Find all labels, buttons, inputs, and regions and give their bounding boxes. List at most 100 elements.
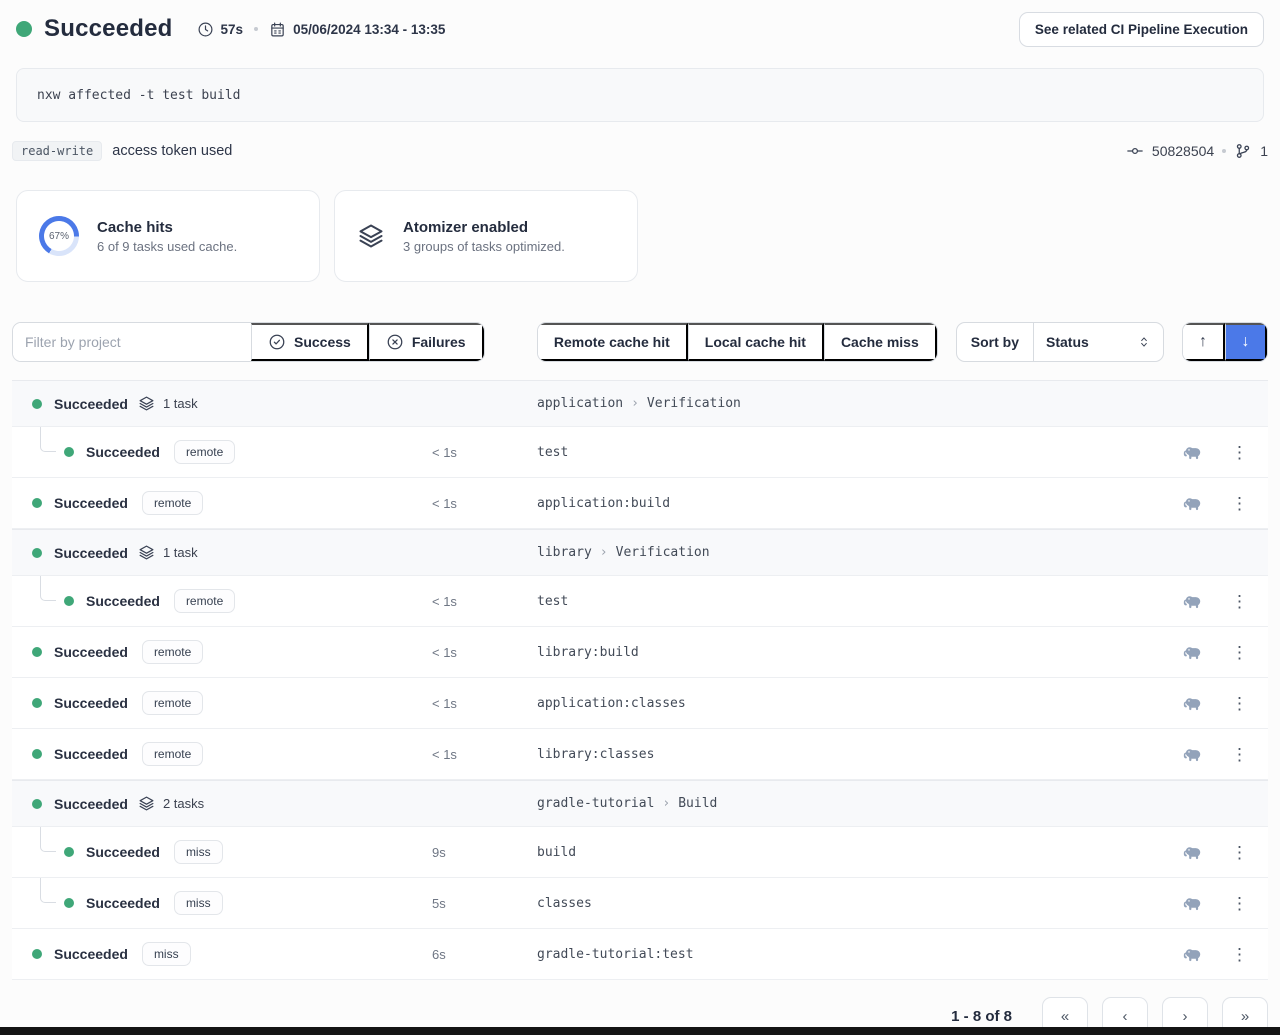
task-name[interactable]: gradle-tutorial:test (537, 947, 1176, 962)
kebab-menu-icon[interactable]: ⋮ (1231, 844, 1248, 861)
task-row[interactable]: Succeededremote< 1stest⋮ (12, 576, 1268, 627)
cache-status-badge: miss (174, 891, 223, 915)
task-duration: 5s (432, 896, 537, 911)
kebab-menu-icon[interactable]: ⋮ (1231, 444, 1248, 461)
token-row: read-write access token used 50828504 1 (12, 138, 1268, 164)
gradle-elephant-icon[interactable] (1182, 946, 1205, 962)
kebab-menu-icon[interactable]: ⋮ (1231, 695, 1248, 712)
task-row[interactable]: Succeededremote< 1stest⋮ (12, 427, 1268, 478)
task-name[interactable]: classes (537, 896, 1176, 911)
task-row[interactable]: Succeededremote< 1sapplication:build⋮ (12, 478, 1268, 529)
filter-by-project-input[interactable] (13, 323, 251, 361)
task-name[interactable]: test (537, 445, 1176, 460)
gradle-elephant-icon[interactable] (1182, 746, 1205, 762)
cache-hits-card[interactable]: 67% Cache hits 6 of 9 tasks used cache. (16, 190, 320, 282)
see-related-ci-pipeline-button[interactable]: See related CI Pipeline Execution (1019, 12, 1264, 47)
filter-cache-miss-button[interactable]: Cache miss (824, 323, 937, 361)
task-name[interactable]: application:build (537, 496, 1176, 511)
sort-by-label: Sort by (957, 323, 1033, 361)
cache-hits-subtitle: 6 of 9 tasks used cache. (97, 239, 237, 254)
kebab-menu-icon[interactable]: ⋮ (1231, 593, 1248, 610)
tree-connector (40, 827, 56, 852)
task-duration: < 1s (432, 445, 537, 460)
filter-bar: Success Failures Remote cache hit Local … (12, 322, 1268, 362)
sort-descending-button[interactable]: ↓ (1225, 323, 1267, 361)
task-name[interactable]: build (537, 845, 1176, 860)
kebab-menu-icon[interactable]: ⋮ (1231, 495, 1248, 512)
gradle-elephant-icon[interactable] (1182, 644, 1205, 660)
tree-connector (40, 576, 56, 601)
task-count: 1 task (163, 396, 198, 411)
kebab-menu-icon[interactable]: ⋮ (1231, 895, 1248, 912)
tree-connector (40, 878, 56, 903)
cache-hits-percent: 67% (39, 216, 79, 256)
gradle-elephant-icon[interactable] (1182, 593, 1205, 609)
kebab-menu-icon[interactable]: ⋮ (1231, 946, 1248, 963)
select-chevrons-icon (1137, 335, 1151, 349)
branch-count[interactable]: 1 (1260, 143, 1268, 159)
commit-sha[interactable]: 50828504 (1152, 143, 1214, 159)
cache-status-badge: miss (174, 840, 223, 864)
task-name[interactable]: test (537, 594, 1176, 609)
task-group-row[interactable]: Succeeded1 taskapplication›Verification (12, 380, 1268, 427)
cache-status-badge: remote (174, 440, 235, 464)
sort-direction-group: ↑ ↓ (1182, 322, 1268, 362)
filter-success-label: Success (294, 334, 351, 350)
task-name[interactable]: library:build (537, 645, 1176, 660)
task-row[interactable]: Succeededmiss6sgradle-tutorial:test⋮ (12, 929, 1268, 980)
gradle-elephant-icon[interactable] (1182, 844, 1205, 860)
status-dot (64, 596, 74, 606)
kebab-menu-icon[interactable]: ⋮ (1231, 746, 1248, 763)
task-duration: < 1s (432, 594, 537, 609)
task-row[interactable]: Succeededmiss5sclasses⋮ (12, 878, 1268, 929)
task-category: Verification (616, 545, 710, 560)
task-group-row[interactable]: Succeeded1 tasklibrary›Verification (12, 529, 1268, 576)
atomizer-card[interactable]: Atomizer enabled 3 groups of tasks optim… (334, 190, 638, 282)
task-row[interactable]: Succeededmiss9sbuild⋮ (12, 827, 1268, 878)
gradle-elephant-icon[interactable] (1182, 444, 1205, 460)
run-command: nxw affected -t test build (16, 68, 1264, 122)
layers-icon (138, 544, 155, 561)
commit-icon (1126, 142, 1144, 160)
kebab-menu-icon[interactable]: ⋮ (1231, 644, 1248, 661)
pagination-range-label: 1 - 8 of 8 (951, 1008, 1012, 1025)
row-status: Succeeded (54, 695, 128, 711)
task-row[interactable]: Succeededremote< 1slibrary:build⋮ (12, 627, 1268, 678)
layers-icon (138, 395, 155, 412)
check-circle-icon (268, 333, 286, 351)
calendar-icon (269, 21, 286, 38)
row-status: Succeeded (86, 593, 160, 609)
task-name[interactable]: application:classes (537, 696, 1176, 711)
status-dot (32, 749, 42, 759)
row-status: Succeeded (54, 746, 128, 762)
gradle-elephant-icon[interactable] (1182, 495, 1205, 511)
sort-field-select[interactable]: Status (1033, 323, 1163, 361)
task-name[interactable]: library:classes (537, 747, 1176, 762)
tree-connector (40, 427, 56, 452)
run-header: Succeeded 57s 05/06/2024 13:34 - 13:35 S… (0, 0, 1280, 56)
task-duration: 6s (432, 947, 537, 962)
status-dot (32, 548, 42, 558)
cache-hits-title: Cache hits (97, 219, 237, 236)
cache-status-badge: remote (142, 742, 203, 766)
filter-success-button[interactable]: Success (251, 323, 369, 361)
filter-local-cache-hit-button[interactable]: Local cache hit (688, 323, 824, 361)
row-status: Succeeded (54, 946, 128, 962)
task-count: 2 tasks (163, 796, 204, 811)
task-row[interactable]: Succeeded remote < 1sapplication:classes ⋮ (12, 678, 1268, 729)
breadcrumb-chevron: › (600, 545, 608, 560)
cache-status-badge: remote (142, 640, 203, 664)
task-duration: < 1s (432, 696, 537, 711)
status-dot (32, 647, 42, 657)
summary-cards: 67% Cache hits 6 of 9 tasks used cache. … (16, 190, 1264, 282)
task-row[interactable]: Succeededremote< 1slibrary:classes⋮ (12, 729, 1268, 780)
filter-failures-button[interactable]: Failures (369, 323, 484, 361)
gradle-elephant-icon[interactable] (1182, 695, 1205, 711)
status-dot (32, 949, 42, 959)
gradle-elephant-icon[interactable] (1182, 895, 1205, 911)
sort-ascending-button[interactable]: ↑ (1183, 323, 1225, 361)
task-group-row[interactable]: Succeeded2 tasksgradle-tutorial›Build (12, 780, 1268, 827)
cache-status-badge: remote (142, 691, 203, 715)
filter-remote-cache-hit-button[interactable]: Remote cache hit (538, 323, 688, 361)
cache-status-badge: remote (142, 491, 203, 515)
